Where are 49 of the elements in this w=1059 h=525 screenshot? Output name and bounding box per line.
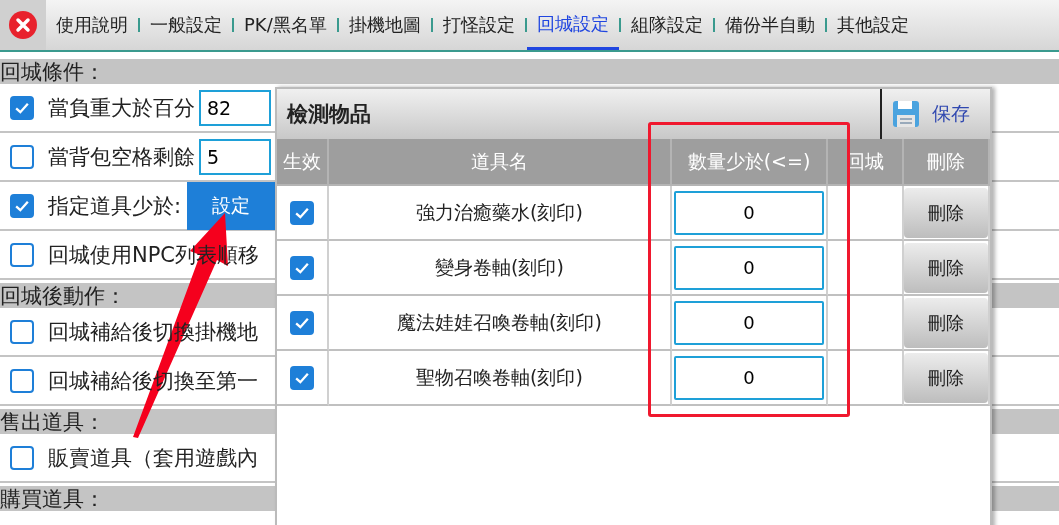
- input-field[interactable]: 5: [199, 138, 271, 175]
- section-title: 回城後動作：: [0, 282, 126, 310]
- tab[interactable]: 一般設定: [140, 0, 232, 50]
- section-title: 回城條件：: [0, 58, 105, 86]
- column-header: 生效: [277, 139, 329, 186]
- checkbox[interactable]: [10, 319, 34, 344]
- checkbox[interactable]: [10, 95, 34, 120]
- tab[interactable]: 掛機地圖: [338, 0, 431, 50]
- option-label: 當背包空格剩餘: [48, 143, 195, 171]
- close-icon[interactable]: [8, 10, 38, 40]
- checkbox[interactable]: [290, 255, 314, 280]
- checkbox[interactable]: [10, 144, 34, 169]
- section-title: 售出道具：: [0, 408, 105, 436]
- checkbox[interactable]: [290, 365, 314, 390]
- delete-button[interactable]: 刪除: [904, 242, 988, 293]
- checkbox[interactable]: [10, 193, 34, 218]
- delete-button[interactable]: 刪除: [904, 352, 988, 403]
- tab[interactable]: PK/黑名單: [234, 0, 337, 50]
- input-field[interactable]: 0: [674, 190, 824, 235]
- column-header: 道具名: [329, 139, 672, 186]
- checkbox[interactable]: [290, 200, 314, 225]
- input-field[interactable]: 0: [674, 245, 824, 290]
- checkbox[interactable]: [10, 445, 34, 470]
- checkbox[interactable]: [290, 310, 314, 335]
- table-cell: 變身卷軸(刻印): [329, 241, 672, 296]
- checkbox[interactable]: [10, 242, 34, 267]
- checkbox[interactable]: [10, 368, 34, 393]
- tab[interactable]: 打怪設定: [432, 0, 525, 50]
- option-label: 指定道具少於:: [48, 192, 182, 220]
- tab[interactable]: 其他設定: [826, 0, 919, 50]
- tab[interactable]: 回城設定: [526, 0, 619, 50]
- table-cell: 聖物召喚卷軸(刻印): [329, 351, 672, 406]
- table-cell: 強力治癒藥水(刻印): [329, 186, 672, 241]
- option-label: 當負重大於百分: [48, 94, 195, 122]
- section-title: 購買道具：: [0, 485, 105, 513]
- table-cell: 魔法娃娃召喚卷軸(刻印): [329, 296, 672, 351]
- input-field[interactable]: 0: [674, 355, 824, 400]
- tab[interactable]: 備份半自動: [714, 0, 825, 50]
- tab[interactable]: 使用說明: [46, 0, 138, 50]
- set-button[interactable]: 設定: [187, 181, 276, 230]
- input-field[interactable]: 82: [199, 89, 271, 126]
- delete-button[interactable]: 刪除: [904, 297, 988, 348]
- input-field[interactable]: 0: [674, 300, 824, 345]
- tab[interactable]: 組隊設定: [620, 0, 713, 50]
- delete-button[interactable]: 刪除: [904, 187, 988, 238]
- column-header: 數量少於(<=): [672, 139, 828, 186]
- option-label: 販賣道具（套用遊戲內: [48, 444, 258, 472]
- dialog-title: 檢測物品: [285, 101, 372, 128]
- column-header: 刪除: [904, 139, 990, 186]
